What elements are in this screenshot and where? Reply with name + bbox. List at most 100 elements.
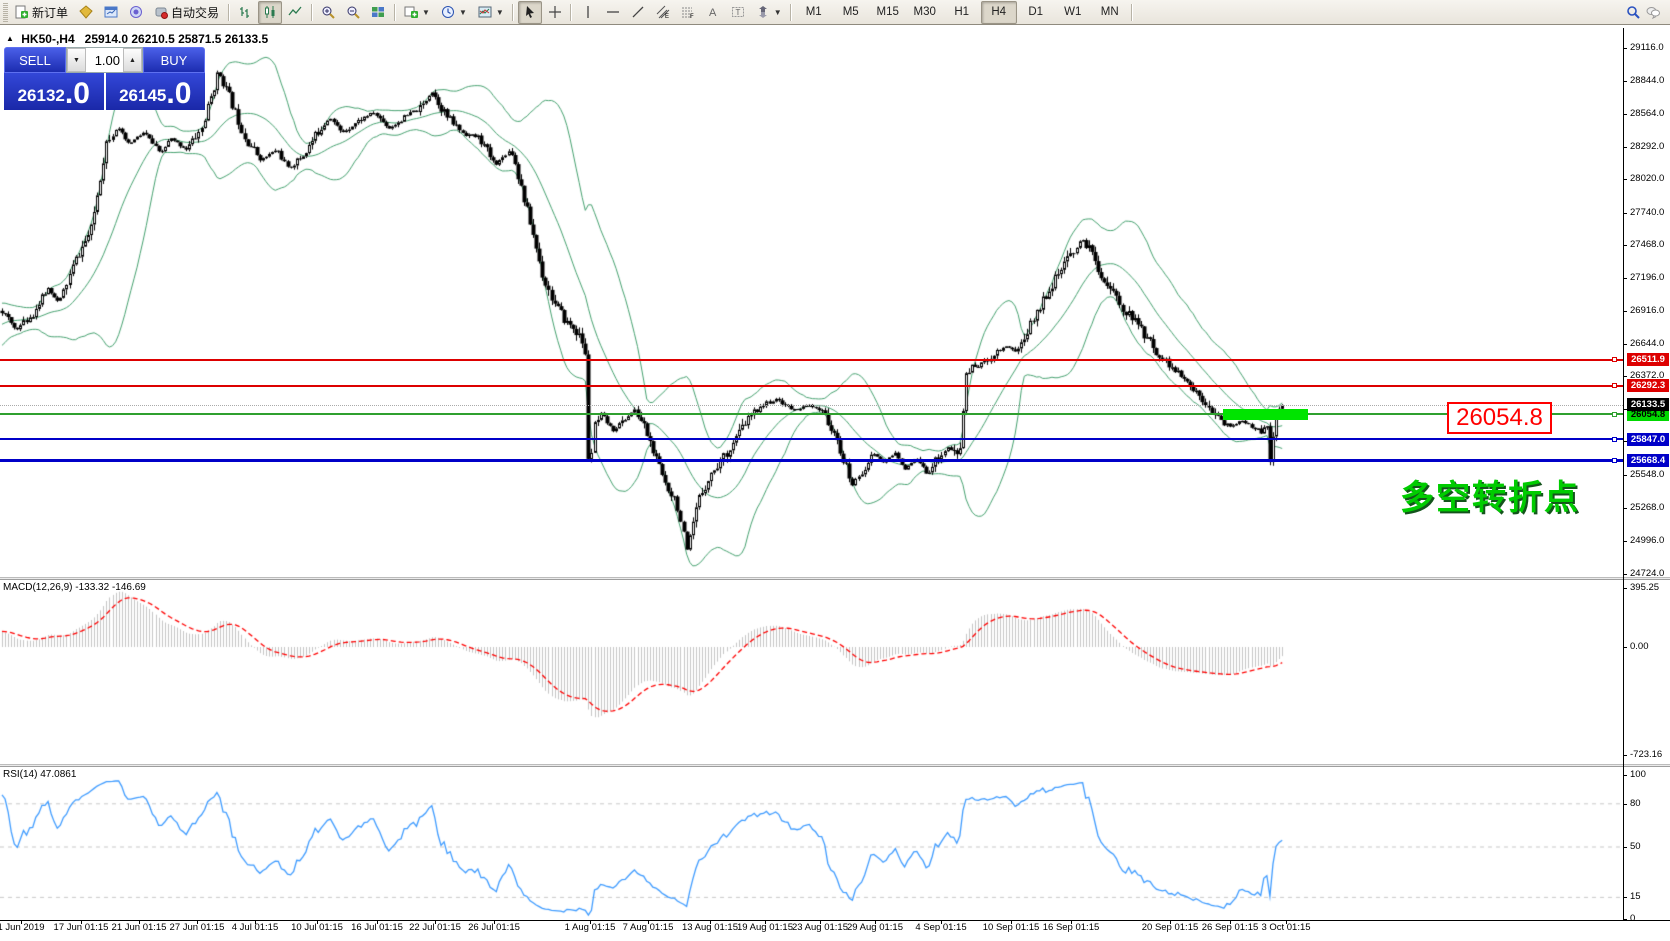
timeframe-mn[interactable]: MN — [1092, 1, 1128, 24]
market-watch-icon — [79, 5, 93, 19]
text-label-button[interactable]: T — [726, 1, 750, 24]
chevron-down-icon: ▼ — [459, 8, 467, 17]
time-tick-label: 21 Jun 01:15 — [112, 922, 167, 933]
main-chart-canvas[interactable] — [0, 28, 1623, 578]
new-order-button[interactable]: 新订单 — [10, 1, 73, 24]
candlestick-chart-icon — [263, 5, 277, 19]
equidistant-channel-icon: E — [656, 5, 670, 19]
arrow-styles-button[interactable]: ▼ — [751, 1, 787, 24]
text-button[interactable]: A — [701, 1, 725, 24]
search-icon[interactable] — [1626, 5, 1640, 19]
volume-decrease-button[interactable]: ▼ — [67, 48, 86, 72]
zoom-out-button[interactable] — [341, 1, 365, 24]
buy-price[interactable]: 26145 .0 — [106, 73, 206, 110]
chevron-down-icon: ▼ — [496, 8, 504, 17]
add-chart-icon — [404, 5, 418, 19]
timeframe-w1[interactable]: W1 — [1055, 1, 1091, 24]
time-tick-label: 19 Aug 01:15 — [737, 922, 793, 933]
price-tick-label: 27196.0 — [1630, 272, 1664, 283]
price-tick-label: 28292.0 — [1630, 141, 1664, 152]
sell-button[interactable]: SELL — [4, 47, 66, 73]
template-button[interactable]: ▼ — [473, 1, 509, 24]
timeframe-m1[interactable]: M1 — [796, 1, 832, 24]
rsi-label: RSI(14) 47.0861 — [3, 769, 76, 780]
autotrading-label: 自动交易 — [171, 4, 219, 21]
strategy-tester-button[interactable] — [124, 1, 148, 24]
time-tick-label: 23 Aug 01:15 — [792, 922, 848, 933]
timeframe-m5[interactable]: M5 — [833, 1, 869, 24]
price-line-25668.4[interactable] — [0, 459, 1623, 462]
timeframe-d1[interactable]: D1 — [1018, 1, 1054, 24]
macd-canvas[interactable] — [0, 580, 1623, 764]
cursor-button[interactable] — [518, 1, 542, 24]
market-watch-button[interactable] — [74, 1, 98, 24]
period-clock-icon — [441, 5, 455, 19]
turning-point-annotation[interactable]: 多空转折点 — [1400, 470, 1580, 519]
horizontal-line-icon — [606, 5, 620, 19]
macd-tick-label: 0.00 — [1630, 641, 1649, 652]
rsi-pane-separator[interactable] — [0, 764, 1670, 767]
text-icon: A — [706, 5, 720, 19]
timeframe-h4[interactable]: H4 — [981, 1, 1017, 24]
bar-chart-button[interactable] — [233, 1, 257, 24]
period-clock-button[interactable]: ▼ — [436, 1, 472, 24]
vertical-line-button[interactable] — [576, 1, 600, 24]
tile-windows-icon — [371, 5, 385, 19]
trendline-button[interactable] — [626, 1, 650, 24]
autotrading-icon — [154, 5, 168, 19]
data-window-icon — [104, 5, 118, 19]
line-handle[interactable] — [1612, 412, 1617, 417]
text-label-icon: T — [731, 5, 745, 19]
svg-text:T: T — [735, 8, 740, 17]
price-line-26054.8[interactable] — [0, 413, 1623, 415]
price-tick-label: 24996.0 — [1630, 535, 1664, 546]
add-chart-button[interactable]: ▼ — [399, 1, 435, 24]
time-tick-label: 4 Sep 01:15 — [915, 922, 966, 933]
time-tick-label: 26 Jul 01:15 — [468, 922, 520, 933]
volume-input[interactable] — [86, 48, 123, 72]
horizontal-line-button[interactable] — [601, 1, 625, 24]
price-tick-label: 29116.0 — [1630, 42, 1664, 53]
sell-price[interactable]: 26132 .0 — [4, 73, 104, 110]
zoom-in-button[interactable] — [316, 1, 340, 24]
price-tick-label: 25268.0 — [1630, 502, 1664, 513]
line-handle[interactable] — [1612, 383, 1617, 388]
time-tick-label: 13 Aug 01:15 — [682, 922, 738, 933]
line-handle[interactable] — [1612, 458, 1617, 463]
sell-price-frac: .0 — [65, 80, 90, 108]
fibonacci-button[interactable]: F — [676, 1, 700, 24]
chat-icon[interactable] — [1646, 5, 1660, 19]
toolbar: 新订单 自动交易 — [0, 0, 1670, 25]
timeframe-m30[interactable]: M30 — [907, 1, 943, 24]
volume-increase-button[interactable]: ▲ — [123, 48, 142, 72]
autotrading-button[interactable]: 自动交易 — [149, 1, 224, 24]
price-line-25847.0[interactable] — [0, 438, 1623, 440]
candlestick-chart-button[interactable] — [258, 1, 282, 24]
rsi-tick-label: 80 — [1630, 798, 1641, 809]
line-handle[interactable] — [1612, 357, 1617, 362]
line-handle[interactable] — [1612, 437, 1617, 442]
price-line-badge: 26292.3 — [1627, 379, 1669, 392]
strategy-tester-icon — [129, 5, 143, 19]
zoom-in-icon — [321, 5, 335, 19]
timeframe-m15[interactable]: M15 — [870, 1, 906, 24]
price-line-26292.3[interactable] — [0, 385, 1623, 387]
price-annotation-box[interactable]: 26054.8 — [1447, 402, 1552, 434]
sell-price-main: 26132 — [18, 84, 65, 108]
buy-button[interactable]: BUY — [143, 47, 205, 73]
arrow-styles-icon — [756, 5, 770, 19]
rsi-tick-label: 50 — [1630, 841, 1641, 852]
tile-windows-button[interactable] — [366, 1, 390, 24]
svg-text:F: F — [690, 14, 694, 19]
highlight-segment[interactable] — [1223, 409, 1308, 420]
equidistant-channel-button[interactable]: E — [651, 1, 675, 24]
timeframe-h1[interactable]: H1 — [944, 1, 980, 24]
toolbar-grip[interactable] — [3, 2, 8, 23]
macd-pane-separator[interactable] — [0, 577, 1670, 580]
data-window-button[interactable] — [99, 1, 123, 24]
price-line-26511.9[interactable] — [0, 359, 1623, 361]
macd-tick-label: 395.25 — [1630, 582, 1659, 593]
crosshair-button[interactable] — [543, 1, 567, 24]
rsi-canvas[interactable] — [0, 767, 1623, 920]
line-chart-button[interactable] — [283, 1, 307, 24]
